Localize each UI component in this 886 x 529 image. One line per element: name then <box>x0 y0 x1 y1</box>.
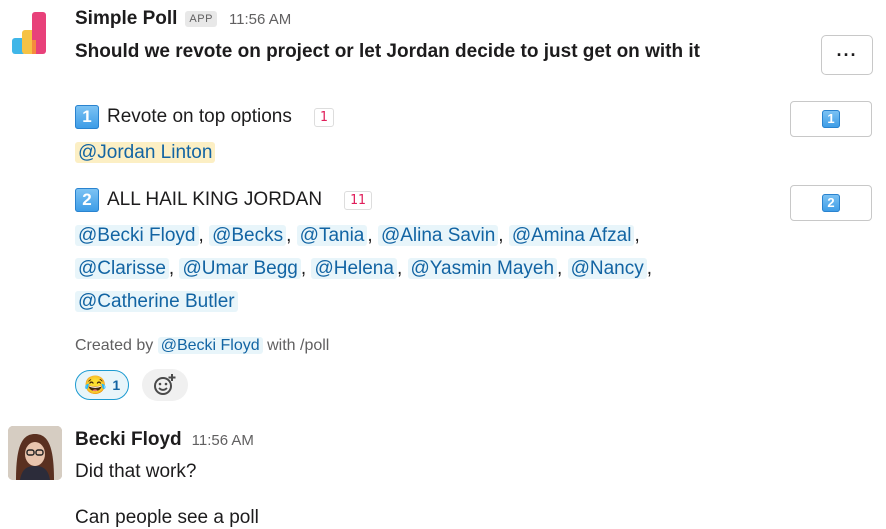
user-mention[interactable]: @Umar Begg <box>179 258 301 279</box>
user-mention[interactable]: @Yasmin Mayeh <box>407 258 558 279</box>
option-label: ALL HAIL KING JORDAN <box>107 189 323 210</box>
user-mention[interactable]: @Tania <box>296 225 368 246</box>
add-reaction-button[interactable] <box>142 369 188 401</box>
poll-option-1: 1 Revote on top options 1 <box>75 105 334 129</box>
avatar[interactable] <box>8 426 62 480</box>
option-1-voters: @Jordan Linton <box>75 136 216 169</box>
user-mention[interactable]: @Amina Afzal <box>508 225 635 246</box>
user-mention[interactable]: @Clarisse <box>75 258 169 279</box>
user-mention[interactable]: @Alina Savin <box>377 225 499 246</box>
poll-option-2: 2 ALL HAIL KING JORDAN 11 <box>75 188 372 212</box>
created-by-prefix: Created by <box>75 337 154 354</box>
keycap-2-icon: 2 <box>75 188 99 212</box>
created-by-suffix: with /poll <box>267 337 330 354</box>
user-mention[interactable]: @Helena <box>311 258 397 279</box>
sender-name[interactable]: Becki Floyd <box>75 429 182 451</box>
user-mention[interactable]: @Catherine Butler <box>75 291 238 312</box>
vote-count: 11 <box>344 190 372 210</box>
vote-count: 1 <box>313 107 334 127</box>
more-icon: ··· <box>836 44 858 65</box>
option-label: Revote on top options <box>107 106 292 127</box>
keycap-1-icon: 1 <box>822 110 840 128</box>
option-2-voters: @Becki Floyd, @Becks, @Tania, @Alina Sav… <box>75 219 795 318</box>
vote-option-2-button[interactable]: 2 <box>790 185 872 221</box>
user-mention[interactable]: @Becki Floyd <box>75 225 199 246</box>
joy-emoji-icon: 😂 <box>84 374 107 395</box>
add-reaction-icon <box>154 374 176 395</box>
message-header: Simple Poll APP 11:56 AM <box>75 8 291 30</box>
timestamp[interactable]: 11:56 AM <box>229 11 291 28</box>
message-text: Can people see a poll <box>75 507 259 528</box>
app-badge: APP <box>185 11 217 27</box>
creator-mention[interactable]: @Becki Floyd <box>157 337 263 354</box>
message-header: Becki Floyd 11:56 AM <box>75 429 254 451</box>
more-actions-button[interactable]: ··· <box>821 35 873 75</box>
poll-question: Should we revote on project or let Jorda… <box>75 41 700 62</box>
sender-name[interactable]: Simple Poll <box>75 8 177 30</box>
message-text: Did that work? <box>75 461 197 482</box>
voters-line: @Clarisse, @Umar Begg, @Helena, @Yasmin … <box>75 252 795 285</box>
voters-line: @Becki Floyd, @Becks, @Tania, @Alina Sav… <box>75 219 795 252</box>
timestamp[interactable]: 11:56 AM <box>192 432 254 449</box>
keycap-1-icon: 1 <box>75 105 99 129</box>
voters-line: @Catherine Butler <box>75 285 795 318</box>
avatar-photo-icon <box>8 426 62 480</box>
keycap-2-icon: 2 <box>822 194 840 212</box>
user-mention[interactable]: @Nancy <box>567 258 647 279</box>
reaction-pill[interactable]: 😂 1 <box>75 370 130 400</box>
reaction-count: 1 <box>112 377 121 393</box>
user-mention[interactable]: @Jordan Linton <box>75 142 216 163</box>
vote-option-1-button[interactable]: 1 <box>790 101 872 137</box>
user-mention[interactable]: @Becks <box>209 225 287 246</box>
poll-footer: Created by @Becki Floyd with /poll <box>75 337 329 355</box>
simple-poll-logo-icon[interactable] <box>10 8 50 58</box>
